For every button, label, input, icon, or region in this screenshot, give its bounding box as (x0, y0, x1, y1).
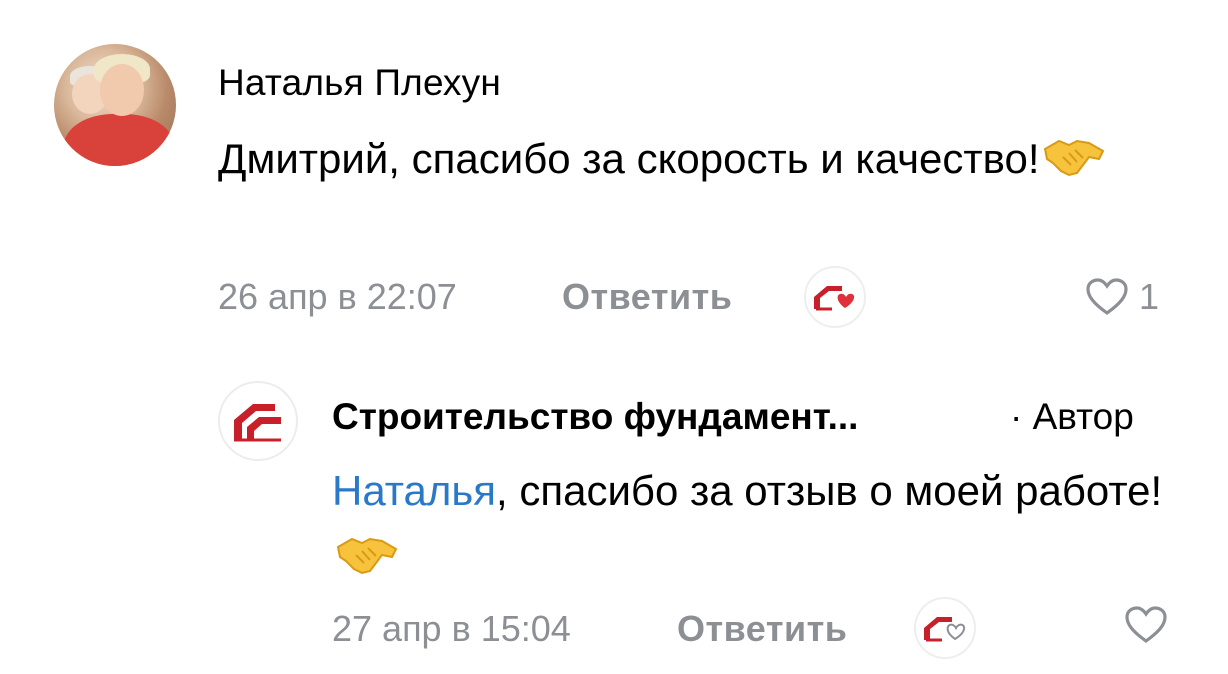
author-like-badge[interactable] (914, 597, 976, 659)
comment-date: 26 апр в 22:07 (218, 276, 457, 317)
avatar-face (100, 64, 144, 116)
like-count: 1 (1139, 276, 1160, 317)
comment-text: Дмитрий, спасибо за скорость и качество! (218, 126, 1118, 198)
heart-outline-icon (1086, 278, 1128, 315)
brand-logo-icon (234, 404, 281, 442)
like-button[interactable] (1124, 605, 1168, 645)
comment-text-body: Дмитрий, спасибо за скорость и качество! (218, 135, 1040, 182)
author-like-badge (804, 266, 866, 328)
author-badge: · Автор (1010, 396, 1134, 437)
author-like-logo-icon (814, 286, 855, 311)
mention-link[interactable]: Наталья (332, 467, 496, 514)
group-avatar[interactable] (218, 381, 298, 461)
comment-author[interactable]: Наталья Плехун (218, 62, 501, 104)
avatar[interactable] (54, 44, 176, 166)
author-like-logo-icon (924, 617, 966, 642)
handshake-emoji-icon (1043, 132, 1105, 198)
comment-date: 27 апр в 15:04 (332, 608, 571, 649)
comment-text-body: , спасибо за отзыв о моей работе! (496, 467, 1163, 514)
like-button[interactable]: 1 (1085, 276, 1159, 318)
comment-author[interactable]: Строительство фундамент... (332, 396, 858, 438)
reply-button[interactable]: Ответить (677, 608, 847, 650)
reply-button[interactable]: Ответить (562, 276, 732, 318)
heart-outline-icon (1125, 606, 1167, 643)
comment-text: Наталья, спасибо за отзыв о моей работе! (332, 458, 1192, 596)
avatar-shirt (64, 114, 174, 166)
handshake-emoji-icon (336, 530, 398, 596)
